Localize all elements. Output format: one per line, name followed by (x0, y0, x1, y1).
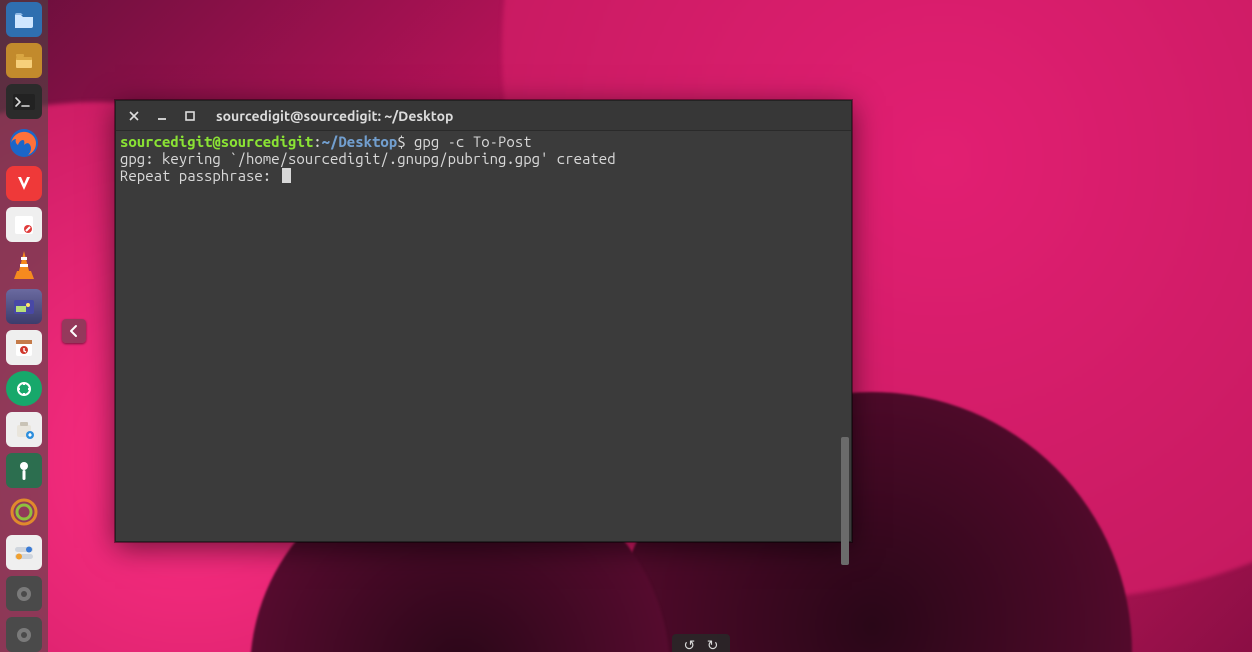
dock-item-tweaks[interactable] (6, 535, 42, 570)
terminal-output-line: gpg: keyring `/home/sourcedigit/.gnupg/p… (120, 150, 616, 167)
dock-item-camera[interactable] (6, 371, 42, 406)
dock-item-vlc[interactable] (6, 248, 42, 283)
dock-item-files[interactable] (6, 43, 42, 78)
terminal-command: gpg -c To-Post (414, 133, 532, 150)
dock-item-screenshot[interactable] (6, 289, 42, 324)
prompt-path: ~/Desktop (322, 133, 398, 150)
dock-item-synergy[interactable] (6, 494, 42, 529)
terminal-title: sourcedigit@sourcedigit: ~/Desktop (216, 108, 453, 124)
workspace-pager: ↺ ↻ (672, 634, 730, 652)
terminal-titlebar[interactable]: sourcedigit@sourcedigit: ~/Desktop (116, 101, 851, 131)
dock-item-vivaldi[interactable] (6, 166, 42, 201)
terminal-prompt: sourcedigit@sourcedigit:~/Desktop$ (120, 133, 406, 150)
window-maximize-button[interactable] (182, 108, 198, 124)
pager-next-button[interactable]: ↻ (707, 637, 719, 652)
dock-item-notes[interactable] (6, 207, 42, 242)
dock-item-firefox[interactable] (6, 125, 42, 160)
terminal-cursor (282, 168, 291, 183)
terminal-body[interactable]: sourcedigit@sourcedigit:~/Desktop$ gpg -… (116, 131, 851, 541)
terminal-window: sourcedigit@sourcedigit: ~/Desktop sourc… (115, 100, 852, 542)
dock-item-folder[interactable] (6, 2, 42, 37)
dock (0, 0, 48, 652)
dock-item-settings[interactable] (6, 453, 42, 488)
desktop-back-button[interactable] (62, 319, 86, 343)
dock-item-audio-1[interactable] (6, 576, 42, 611)
dock-item-terminal[interactable] (6, 84, 42, 119)
dock-item-software[interactable] (6, 412, 42, 447)
dock-item-audio-2[interactable] (6, 617, 42, 652)
arrow-left-icon (67, 324, 81, 338)
terminal-scrollbar[interactable] (841, 437, 849, 565)
window-close-button[interactable] (126, 108, 142, 124)
dock-item-updates[interactable] (6, 330, 42, 365)
window-minimize-button[interactable] (154, 108, 170, 124)
terminal-output-line: Repeat passphrase: (120, 167, 280, 184)
prompt-userhost: sourcedigit@sourcedigit (120, 133, 313, 150)
pager-prev-button[interactable]: ↺ (684, 637, 696, 652)
